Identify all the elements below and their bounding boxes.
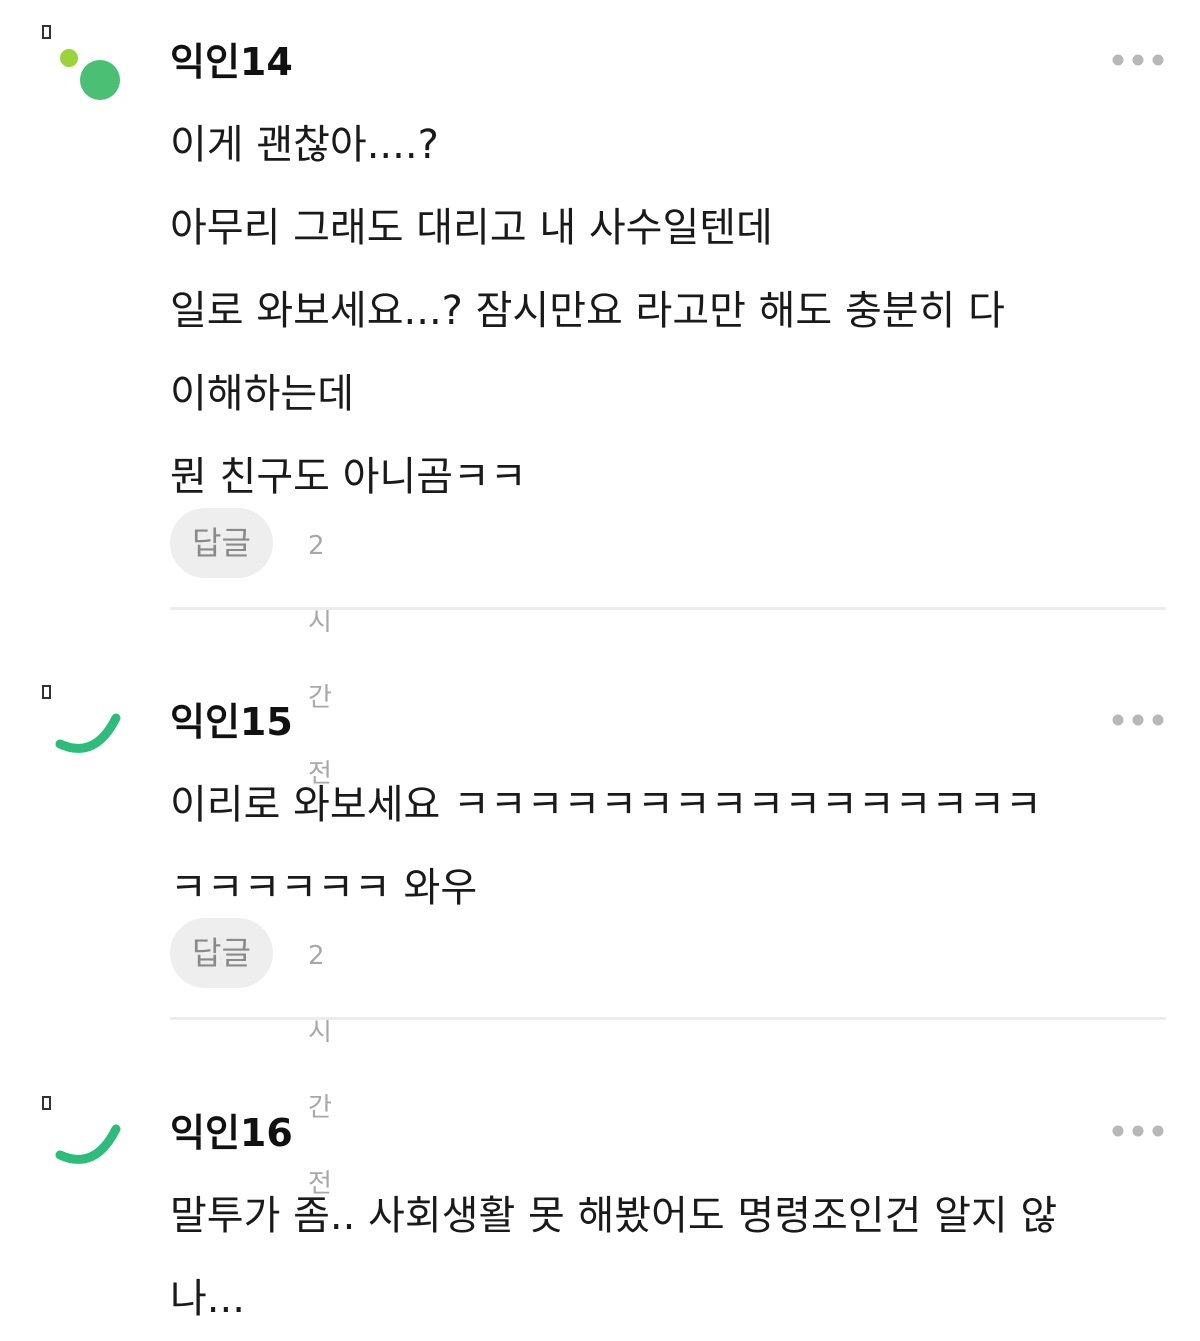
comment-author: 익인16	[170, 1111, 293, 1155]
comment-body: 말투가 좀.. 사회생활 못 해봤어도 명령조인건 알지 않 나...	[170, 1175, 1170, 1341]
reply-button[interactable]: 답글	[170, 918, 273, 988]
comment-divider	[170, 607, 1166, 610]
arc-avatar-icon[interactable]	[40, 678, 130, 768]
comment-line: 뭔 친구도 아니곰ㅋㅋ	[170, 454, 527, 500]
arc-avatar-icon[interactable]	[40, 1089, 130, 1179]
comment-line: 이해하는데	[170, 371, 354, 417]
dots-avatar-icon[interactable]	[40, 18, 130, 108]
comment-line: 아무리 그래도 대리고 내 사수일텐데	[170, 205, 773, 251]
comment-author: 익인15	[170, 700, 293, 744]
reply-button[interactable]: 답글	[170, 508, 273, 578]
comment-author: 익인14	[170, 40, 293, 84]
more-dots-icon[interactable]	[1110, 52, 1166, 68]
comment-line: 이게 괜찮아....?	[170, 122, 439, 168]
more-dots-icon[interactable]	[1110, 712, 1166, 728]
comment-line: 일로 와보세요...? 잠시만요 라고만 해도 충분히 다	[170, 288, 1005, 334]
comment-line: 이리로 와보세요 ㅋㅋㅋㅋㅋㅋㅋㅋㅋㅋㅋㅋㅋㅋㅋㅋ	[170, 782, 1042, 828]
comment-body: 이게 괜찮아....? 아무리 그래도 대리고 내 사수일텐데 일로 와보세요.…	[170, 104, 1170, 519]
comment-line: 나...	[170, 1276, 245, 1322]
comment-divider	[170, 1017, 1166, 1020]
comment-line: 말투가 좀.. 사회생활 못 해봤어도 명령조인건 알지 않	[170, 1193, 1058, 1239]
more-dots-icon[interactable]	[1110, 1123, 1166, 1139]
comment-body: 이리로 와보세요 ㅋㅋㅋㅋㅋㅋㅋㅋㅋㅋㅋㅋㅋㅋㅋㅋ ㅋㅋㅋㅋㅋㅋ 와우	[170, 764, 1170, 930]
